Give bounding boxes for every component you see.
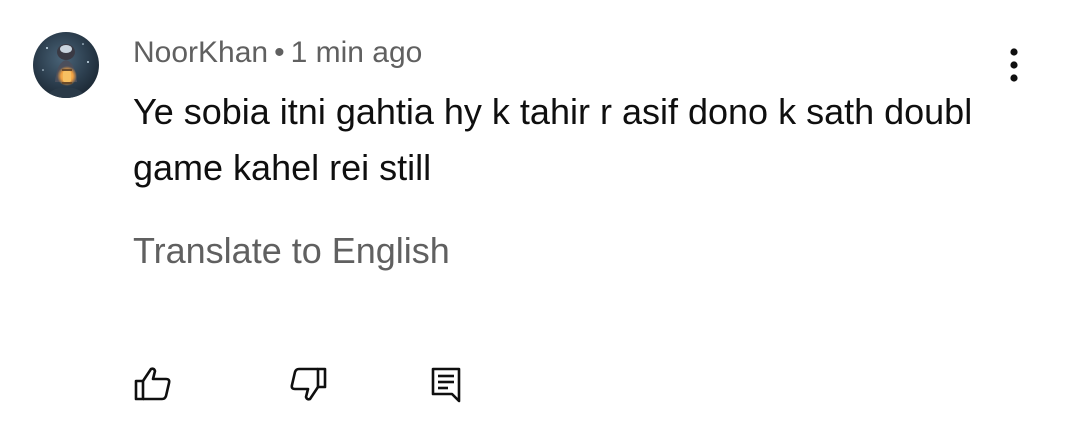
avatar[interactable] — [33, 32, 99, 98]
author-name[interactable]: NoorKhan — [133, 36, 268, 69]
comment-meta: NoorKhan • 1 min ago — [133, 33, 422, 73]
timestamp: 1 min ago — [290, 36, 423, 69]
translate-link[interactable]: Translate to English — [133, 228, 450, 274]
thumbs-down-icon — [290, 367, 327, 401]
reply-button[interactable] — [424, 364, 468, 404]
comment-text: Ye sobia itni gahtia hy k tahir r asif d… — [133, 91, 973, 188]
thumbs-up-icon — [134, 367, 171, 401]
vertical-ellipsis-icon — [1010, 48, 1018, 82]
more-options-button[interactable] — [994, 42, 1034, 88]
comment-card: NoorKhan • 1 min ago Ye sobia itni gahtia … — [0, 0, 1080, 432]
comment-icon — [431, 367, 461, 403]
like-button[interactable] — [131, 364, 175, 404]
meta-separator: • — [274, 36, 285, 69]
avatar-image — [33, 32, 99, 98]
dislike-button[interactable] — [286, 364, 330, 404]
